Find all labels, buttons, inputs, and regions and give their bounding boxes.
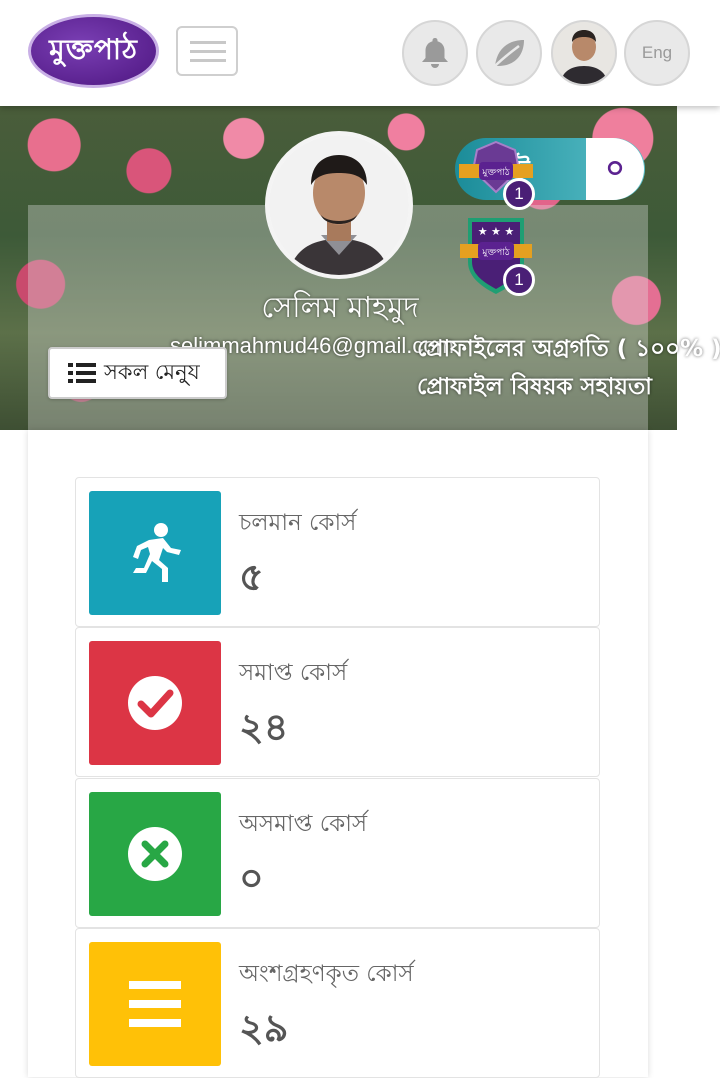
- profile-help-link[interactable]: প্রোফাইল বিষয়ক সহায়তা: [417, 368, 652, 407]
- profile-name: সেলিম মাহমুদ: [261, 290, 419, 324]
- leaf-icon: [494, 40, 524, 67]
- stat-label: অসমাপ্ত কোর্স: [239, 811, 368, 837]
- stat-ongoing-courses[interactable]: চলমান কোর্স ৫: [75, 477, 600, 627]
- stat-enrolled-courses[interactable]: অংশগ্রহণকৃত কোর্স ২৯: [75, 928, 600, 1078]
- logo-text: মুক্তপাঠ: [49, 32, 138, 66]
- profile-progress[interactable]: প্রোফাইলের অগ্রগতি ( ১০০% ): [417, 330, 720, 369]
- times-circle-icon: [89, 792, 221, 916]
- language-label: Eng: [641, 43, 673, 62]
- bars-icon: [89, 942, 221, 1066]
- running-person-icon: [89, 491, 221, 615]
- avatar: [553, 22, 615, 84]
- avatar: [269, 135, 409, 275]
- stat-value: ৫: [239, 555, 264, 599]
- stat-label: চলমান কোর্স: [239, 510, 357, 536]
- stat-value: ০: [239, 856, 264, 900]
- all-menu-label: সকল মেনু্য: [104, 359, 200, 384]
- hamburger-menu-button[interactable]: [176, 26, 238, 76]
- badge-2-name: মুক্তপাঠ: [481, 246, 509, 258]
- language-toggle[interactable]: Eng: [624, 20, 690, 86]
- stat-label: সমাপ্ত কোর্স: [239, 660, 348, 686]
- leaf-button[interactable]: [476, 20, 542, 86]
- profile-photo[interactable]: [265, 131, 413, 279]
- stat-value: ২৪: [239, 705, 289, 749]
- check-circle-icon: [89, 641, 221, 765]
- badge-2-count: 1: [503, 264, 535, 296]
- stat-label: অংশগ্রহণকৃত কোর্স: [239, 961, 414, 987]
- site-logo[interactable]: মুক্তপাঠ: [28, 14, 159, 88]
- top-navbar: মুক্তপাঠ Eng: [0, 0, 720, 106]
- bell-icon: [422, 38, 448, 68]
- notification-button[interactable]: [402, 20, 468, 86]
- all-menu-button[interactable]: সকল মেনু্য: [48, 347, 227, 399]
- svg-text:★ ★ ★: ★ ★ ★: [478, 225, 515, 238]
- badge-1-count: 1: [503, 178, 535, 210]
- badge-1-name: মুক্তপাঠ: [481, 166, 509, 178]
- stat-completed-courses[interactable]: সমাপ্ত কোর্স ২৪: [75, 627, 600, 777]
- list-icon: [68, 363, 96, 383]
- stat-incomplete-courses[interactable]: অসমাপ্ত কোর্স ০: [75, 778, 600, 928]
- user-avatar-button[interactable]: [551, 20, 617, 86]
- stat-value: ২৯: [239, 1006, 289, 1050]
